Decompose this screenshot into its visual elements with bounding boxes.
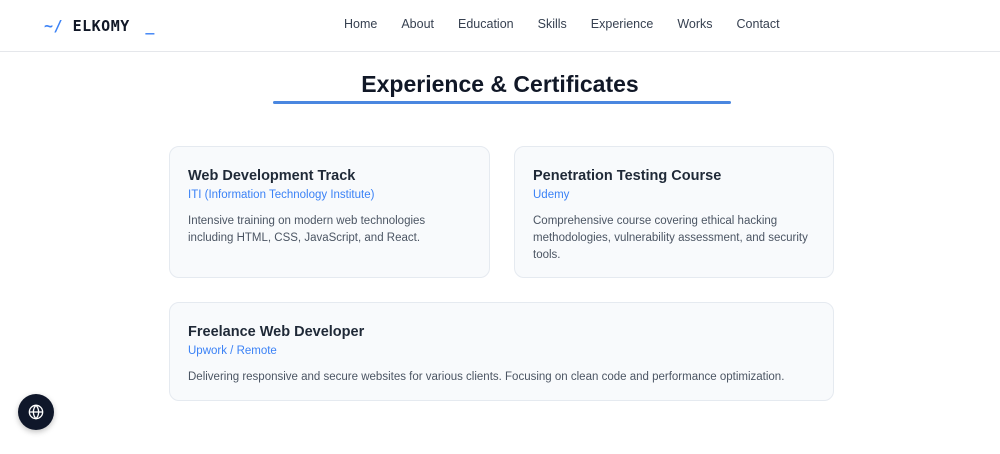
card-title: Penetration Testing Course [533,168,722,184]
logo-cursor: _ [145,17,155,35]
nav-link-about[interactable]: About [401,16,434,32]
card-organization: Udemy [533,189,570,201]
logo-prompt: ~/ [44,17,64,35]
logo-name: ELKOMY [72,17,130,35]
card-description: Comprehensive course covering ethical ha… [533,215,808,261]
section-title: Experience & Certificates [361,71,639,97]
nav-link-contact[interactable]: Contact [737,16,780,32]
nav-link-education[interactable]: Education [458,16,514,32]
experience-card: Web Development Track ITI (Information T… [169,146,490,278]
card-title: Web Development Track [188,168,356,184]
nav-link-experience[interactable]: Experience [591,16,654,32]
experience-card: Penetration Testing Course Udemy Compreh… [514,146,834,278]
card-title: Freelance Web Developer [188,324,365,340]
nav-link-works[interactable]: Works [677,16,712,32]
site-logo[interactable]: ~/ ELKOMY _ [44,17,155,35]
card-description: Intensive training on modern web technol… [188,215,426,244]
navbar: ~/ ELKOMY _ Home About Education Skills … [0,0,1000,52]
card-description: Delivering responsive and secure website… [188,371,785,383]
nav-link-home[interactable]: Home [344,16,377,32]
nav-link-skills[interactable]: Skills [538,16,567,32]
language-toggle-button[interactable] [18,394,54,430]
nav-menu: Home About Education Skills Experience W… [344,16,804,32]
title-underline [273,101,731,104]
card-organization: Upwork / Remote [188,345,277,357]
experience-card: Freelance Web Developer Upwork / Remote … [169,302,834,401]
card-organization: ITI (Information Technology Institute) [188,189,375,201]
globe-icon [28,404,44,420]
